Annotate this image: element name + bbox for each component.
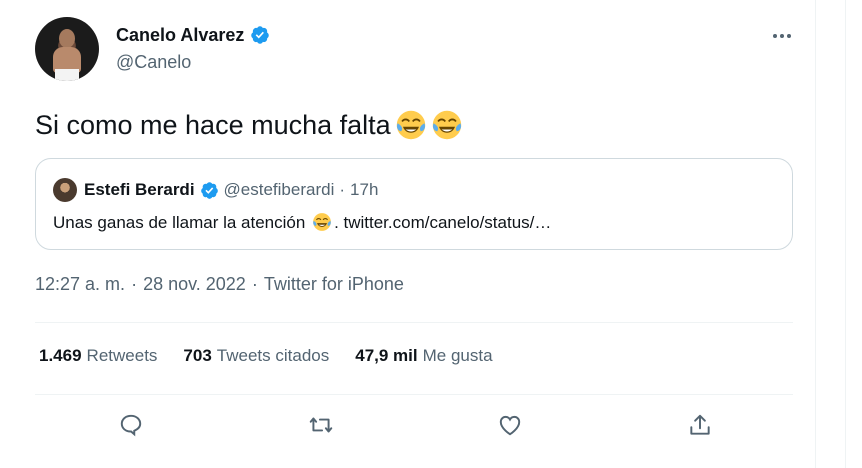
quoted-tweet[interactable]: Estefi Berardi @estefiberardi · 17h Unas… [35,158,793,250]
quoted-text-part: Unas ganas de llamar la atención [53,213,306,232]
tweet-source[interactable]: Twitter for iPhone [264,274,404,295]
likes-label: Me gusta [422,346,493,365]
quotes-label: Tweets citados [216,346,330,365]
like-icon[interactable] [496,411,524,439]
likes-stat[interactable]: 47,9 mil Me gusta [355,346,492,366]
author-display-name[interactable]: Canelo Alvarez [116,25,244,46]
tweet-meta: 12:27 a. m. · 28 nov. 2022 · Twitter for… [35,274,404,295]
adjacent-column-edge [845,0,862,468]
verified-badge-icon [200,181,218,199]
quotes-count: 703 [183,346,212,365]
tears-of-joy-emoji-icon [396,110,425,140]
author-avatar[interactable] [35,17,99,81]
retweets-count: 1.469 [39,346,82,365]
dot [787,34,791,38]
tweet-time[interactable]: 12:27 a. m. [35,274,125,295]
tweet-text: Si como me hace mucha falta [35,107,463,143]
tweet-text-content: Si como me hace mucha falta [35,110,391,140]
quoted-tweet-header: Estefi Berardi @estefiberardi · 17h [84,178,378,202]
tweet-date[interactable]: 28 nov. 2022 [143,274,246,295]
divider [35,394,793,395]
verified-badge-icon [250,25,270,45]
retweets-label: Retweets [86,346,158,365]
avatar-head [59,29,75,48]
avatar-shorts [55,69,79,81]
tears-of-joy-emoji-icon [313,213,331,231]
quoted-author-handle: @estefiberardi [223,180,335,199]
quote-tweets-stat[interactable]: 703 Tweets citados [183,346,329,366]
tears-of-joy-emoji-icon [432,110,461,140]
quoted-tweet-time: 17h [350,180,379,199]
retweets-stat[interactable]: 1.469 Retweets [39,346,157,366]
tweet-actions [35,403,793,447]
likes-count: 47,9 mil [355,346,418,365]
quoted-author-name: Estefi Berardi [84,180,195,199]
tweet-stats: 1.469 Retweets 703 Tweets citados 47,9 mil… [39,346,493,366]
author-name-row: Canelo Alvarez [116,24,270,46]
reply-icon[interactable] [117,411,145,439]
retweet-icon[interactable] [307,411,335,439]
more-options-icon[interactable] [770,26,794,46]
quoted-text-link[interactable]: . twitter.com/canelo/status/… [334,213,551,232]
author-handle[interactable]: @Canelo [116,52,191,73]
divider [35,322,793,323]
quoted-author-avatar [53,178,77,202]
separator-dot: · [339,180,346,199]
dot [780,34,784,38]
separator-dot: · [131,274,138,294]
separator-dot: · [251,274,258,294]
quoted-tweet-text: Unas ganas de llamar la atención . twitt… [53,211,551,235]
share-icon[interactable] [686,411,714,439]
dot [773,34,777,38]
